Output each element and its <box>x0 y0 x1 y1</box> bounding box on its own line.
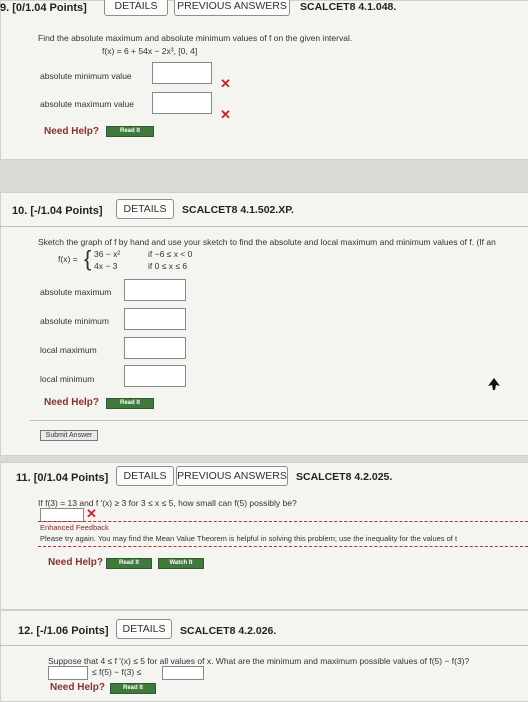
q10-points: [-/1.04 Points] <box>30 205 103 217</box>
q11-points: [0/1.04 Points] <box>33 472 109 484</box>
divider <box>0 645 528 646</box>
q11-previous-answers-button[interactable]: PREVIOUS ANSWERS <box>176 466 288 486</box>
q12-points: [-/1.06 Points] <box>36 625 109 637</box>
q9-need-help: Need Help? <box>44 126 100 137</box>
q11-watch-it-button[interactable]: Watch It <box>158 558 204 569</box>
q12-header: 12. [-/1.06 Points] <box>18 625 108 637</box>
q12-details-button[interactable]: DETAILS <box>116 619 172 639</box>
q12-number: 12. <box>18 625 34 637</box>
incorrect-x-icon: ✕ <box>86 506 97 521</box>
q11-need-help: Need Help? <box>48 557 104 568</box>
q10-local-max-input[interactable] <box>124 337 186 359</box>
q10-label-abs-max: absolute maximum <box>40 287 112 297</box>
q12-need-help: Need Help? <box>50 682 106 693</box>
q10-label-local-min: local minimum <box>40 374 95 384</box>
q9-function: f(x) = 6 + 54x − 2x³, [0, 4] <box>102 46 198 56</box>
q10-piece2-cond: if 0 ≤ x ≤ 6 <box>148 261 188 271</box>
q11-feedback-title: Enhanced Feedback <box>40 523 109 532</box>
q9-previous-answers-button[interactable]: PREVIOUS ANSWERS <box>174 0 290 16</box>
q12-min-input[interactable] <box>48 666 88 680</box>
q9-label-min: absolute minimum value <box>40 71 132 81</box>
mouse-cursor-icon <box>488 378 500 390</box>
q11-details-button[interactable]: DETAILS <box>116 466 174 486</box>
q11-feedback-text: Please try again. You may find the Mean … <box>40 534 458 543</box>
q9-number: 9. <box>0 2 10 14</box>
q9-read-it-button[interactable]: Read It <box>106 126 154 137</box>
incorrect-x-icon: ✕ <box>220 107 231 122</box>
q10-f-label: f(x) = <box>58 254 78 264</box>
q10-label-local-max: local maximum <box>40 345 97 355</box>
q10-local-min-input[interactable] <box>124 365 186 387</box>
q10-submit-answer-button[interactable]: Submit Answer <box>40 430 98 441</box>
q9-points: [0/1.04 Points] <box>12 2 87 14</box>
q12-code: SCALCET8 4.2.026. <box>180 625 277 637</box>
q10-abs-min-input[interactable] <box>124 308 186 330</box>
divider <box>0 226 528 227</box>
q12-read-it-button[interactable]: Read It <box>110 683 156 694</box>
q10-piece2: 4x − 3 <box>94 261 118 271</box>
q11-read-it-button[interactable]: Read It <box>106 558 152 569</box>
q11-f5-input[interactable] <box>40 508 84 522</box>
q9-prompt: Find the absolute maximum and absolute m… <box>38 33 353 43</box>
q12-prompt: Suppose that 4 ≤ f '(x) ≤ 5 for all valu… <box>48 656 470 666</box>
incorrect-x-icon: ✕ <box>220 76 231 91</box>
q11-number: 11. <box>16 472 31 484</box>
feedback-border-top <box>38 521 528 522</box>
q9-max-input[interactable] <box>152 92 212 114</box>
q9-label-max: absolute maximum value <box>40 99 135 109</box>
q10-piece1: 36 − x² <box>94 249 121 259</box>
q9-code: SCALCET8 4.1.048. <box>300 1 397 13</box>
q11-prompt: If f(3) = 13 and f '(x) ≥ 3 for 3 ≤ x ≤ … <box>38 498 297 508</box>
q10-number: 10. <box>12 205 28 217</box>
q12-max-input[interactable] <box>162 666 204 680</box>
q11-code: SCALCET8 4.2.025. <box>296 471 393 483</box>
q10-read-it-button[interactable]: Read It <box>106 398 154 409</box>
q11-header: 11. [0/1.04 Points] <box>16 472 108 484</box>
q10-piece1-cond: if −6 ≤ x < 0 <box>148 249 193 259</box>
q10-details-button[interactable]: DETAILS <box>116 199 174 219</box>
q10-need-help: Need Help? <box>44 397 100 408</box>
q10-prompt: Sketch the graph of f by hand and use yo… <box>38 237 496 247</box>
piecewise-brace: { <box>84 246 92 271</box>
q10-label-abs-min: absolute minimum <box>40 316 109 326</box>
q9-min-input[interactable] <box>152 62 212 84</box>
q10-abs-max-input[interactable] <box>124 279 186 301</box>
q12-inequality: ≤ f(5) − f(3) ≤ <box>92 667 142 677</box>
q9-header: 9. [0/1.04 Points] <box>0 2 87 14</box>
q9-details-button[interactable]: DETAILS <box>104 0 168 16</box>
divider <box>30 420 528 421</box>
q10-header: 10. [-/1.04 Points] <box>12 205 102 217</box>
q10-code: SCALCET8 4.1.502.XP. <box>182 204 294 216</box>
feedback-border-bottom <box>38 546 528 547</box>
